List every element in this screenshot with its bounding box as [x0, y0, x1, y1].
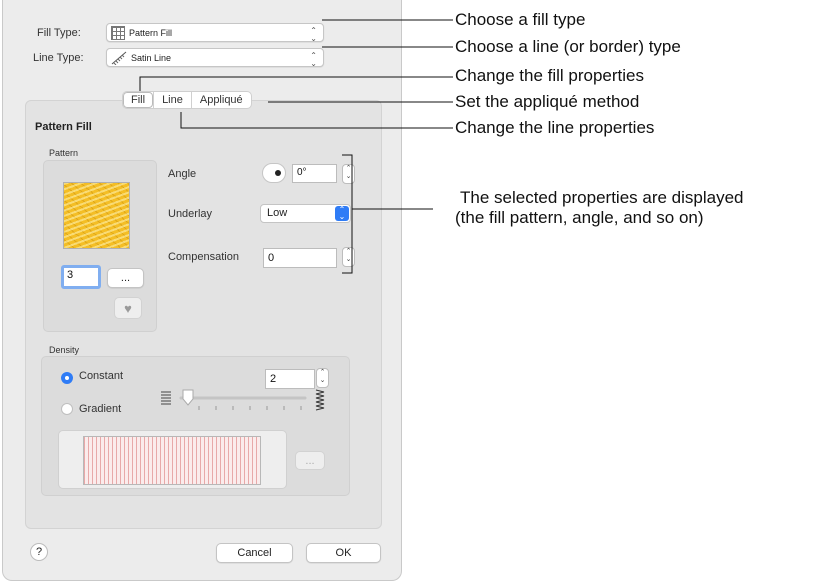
callout-selected-properties-2: (the fill pattern, angle, and so on)	[455, 208, 704, 227]
callout-fill-type: Choose a fill type	[455, 10, 586, 29]
callout-fill-properties: Change the fill properties	[455, 66, 645, 85]
callout-line-properties: Change the line properties	[455, 118, 655, 137]
callout-applique: Set the appliqué method	[455, 92, 640, 111]
tab-fill[interactable]: Fill	[123, 92, 154, 108]
tab-applique[interactable]: Appliqué	[190, 92, 251, 108]
callout-lines	[139, 19, 453, 274]
callout-selected-properties-1: The selected properties are displayed	[460, 188, 744, 207]
tab-bar: Fill Line Appliqué	[122, 91, 252, 109]
callout-line-type: Choose a line (or border) type	[455, 37, 681, 56]
tab-line[interactable]: Line	[153, 92, 191, 108]
